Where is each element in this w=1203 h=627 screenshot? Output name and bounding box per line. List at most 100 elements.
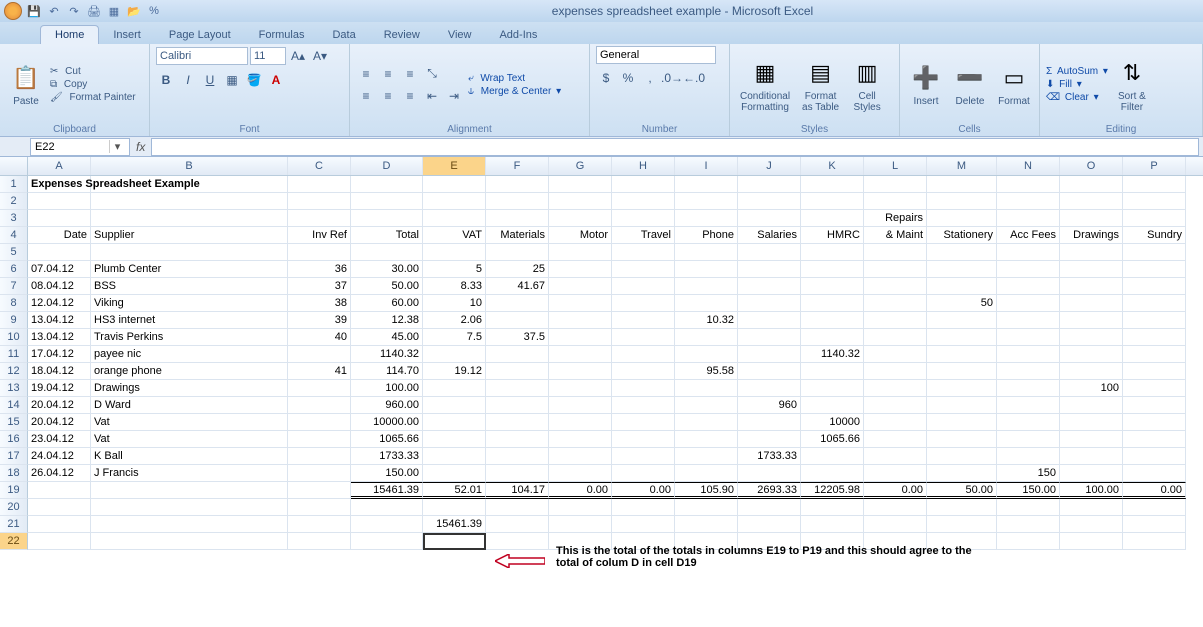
cell-D6[interactable]: 30.00 <box>351 261 423 278</box>
cell-C22[interactable] <box>288 533 351 550</box>
cell-L8[interactable] <box>864 295 927 312</box>
cell-O22[interactable] <box>1060 533 1123 550</box>
cell-B14[interactable]: D Ward <box>91 397 288 414</box>
row-header-10[interactable]: 10 <box>0 329 28 346</box>
cell-K9[interactable] <box>801 312 864 329</box>
cell-H5[interactable] <box>612 244 675 261</box>
cell-G6[interactable] <box>549 261 612 278</box>
cell-N17[interactable] <box>997 448 1060 465</box>
row-header-4[interactable]: 4 <box>0 227 28 244</box>
paste-button[interactable]: 📋 Paste <box>6 60 46 109</box>
col-header-B[interactable]: B <box>91 157 288 175</box>
col-header-I[interactable]: I <box>675 157 738 175</box>
cell-M20[interactable] <box>927 499 997 516</box>
cell-L18[interactable] <box>864 465 927 482</box>
cell-M14[interactable] <box>927 397 997 414</box>
cell-F3[interactable] <box>486 210 549 227</box>
fx-icon[interactable]: fx <box>130 140 151 154</box>
cell-J17[interactable]: 1733.33 <box>738 448 801 465</box>
cell-G16[interactable] <box>549 431 612 448</box>
cell-C20[interactable] <box>288 499 351 516</box>
cell-J3[interactable] <box>738 210 801 227</box>
cell-O7[interactable] <box>1060 278 1123 295</box>
cell-E12[interactable]: 19.12 <box>423 363 486 380</box>
cell-A7[interactable]: 08.04.12 <box>28 278 91 295</box>
cell-B12[interactable]: orange phone <box>91 363 288 380</box>
cell-D19[interactable]: 15461.39 <box>351 482 423 499</box>
cell-I1[interactable] <box>675 176 738 193</box>
tab-page-layout[interactable]: Page Layout <box>155 26 245 44</box>
cell-D15[interactable]: 10000.00 <box>351 414 423 431</box>
cell-D14[interactable]: 960.00 <box>351 397 423 414</box>
cell-J10[interactable] <box>738 329 801 346</box>
cell-M2[interactable] <box>927 193 997 210</box>
cell-A22[interactable] <box>28 533 91 550</box>
format-as-table-button[interactable]: ▤Format as Table <box>798 55 843 115</box>
cell-C18[interactable] <box>288 465 351 482</box>
cell-C11[interactable] <box>288 346 351 363</box>
row-header-20[interactable]: 20 <box>0 499 28 516</box>
cell-J9[interactable] <box>738 312 801 329</box>
cell-A1[interactable]: Expenses Spreadsheet Example <box>28 176 91 193</box>
cell-L4[interactable]: & Maint <box>864 227 927 244</box>
cell-G3[interactable] <box>549 210 612 227</box>
cell-J13[interactable] <box>738 380 801 397</box>
cell-E8[interactable]: 10 <box>423 295 486 312</box>
cell-K20[interactable] <box>801 499 864 516</box>
cell-O18[interactable] <box>1060 465 1123 482</box>
tab-review[interactable]: Review <box>370 26 434 44</box>
cell-O2[interactable] <box>1060 193 1123 210</box>
cell-C14[interactable] <box>288 397 351 414</box>
cell-H10[interactable] <box>612 329 675 346</box>
cell-G1[interactable] <box>549 176 612 193</box>
format-cells-button[interactable]: ▭Format <box>994 60 1034 109</box>
name-box[interactable]: E22 ▾ <box>30 138 130 156</box>
cell-N14[interactable] <box>997 397 1060 414</box>
cell-M5[interactable] <box>927 244 997 261</box>
cell-P15[interactable] <box>1123 414 1186 431</box>
cell-K1[interactable] <box>801 176 864 193</box>
cell-N13[interactable] <box>997 380 1060 397</box>
percent-style-icon[interactable]: % <box>618 68 638 88</box>
cell-D9[interactable]: 12.38 <box>351 312 423 329</box>
cell-J21[interactable] <box>738 516 801 533</box>
cell-P10[interactable] <box>1123 329 1186 346</box>
cell-I15[interactable] <box>675 414 738 431</box>
cell-B7[interactable]: BSS <box>91 278 288 295</box>
cell-P21[interactable] <box>1123 516 1186 533</box>
col-header-E[interactable]: E <box>423 157 486 175</box>
cell-E13[interactable] <box>423 380 486 397</box>
cell-H11[interactable] <box>612 346 675 363</box>
cell-J14[interactable]: 960 <box>738 397 801 414</box>
formula-input[interactable] <box>151 138 1199 156</box>
cell-C10[interactable]: 40 <box>288 329 351 346</box>
cell-B5[interactable] <box>91 244 288 261</box>
cell-E15[interactable] <box>423 414 486 431</box>
cell-G20[interactable] <box>549 499 612 516</box>
cell-I18[interactable] <box>675 465 738 482</box>
cell-N7[interactable] <box>997 278 1060 295</box>
cell-N8[interactable] <box>997 295 1060 312</box>
cell-I19[interactable]: 105.90 <box>675 482 738 499</box>
fill-button[interactable]: ⬇ Fill ▾ <box>1046 79 1108 90</box>
cell-E4[interactable]: VAT <box>423 227 486 244</box>
cell-E22[interactable] <box>423 533 486 550</box>
currency-icon[interactable]: $ <box>596 68 616 88</box>
cell-M17[interactable] <box>927 448 997 465</box>
number-format-dropdown[interactable]: General <box>596 46 716 64</box>
format-painter-button[interactable]: 🖌 Format Painter <box>50 92 136 103</box>
cell-B1[interactable] <box>91 176 288 193</box>
cell-C19[interactable] <box>288 482 351 499</box>
cell-K13[interactable] <box>801 380 864 397</box>
cell-J2[interactable] <box>738 193 801 210</box>
cell-B21[interactable] <box>91 516 288 533</box>
cell-H8[interactable] <box>612 295 675 312</box>
cell-P16[interactable] <box>1123 431 1186 448</box>
cell-H18[interactable] <box>612 465 675 482</box>
cell-I3[interactable] <box>675 210 738 227</box>
cell-F22[interactable] <box>486 533 549 550</box>
cell-L3[interactable]: Repairs <box>864 210 927 227</box>
cell-H14[interactable] <box>612 397 675 414</box>
cell-P13[interactable] <box>1123 380 1186 397</box>
col-header-D[interactable]: D <box>351 157 423 175</box>
